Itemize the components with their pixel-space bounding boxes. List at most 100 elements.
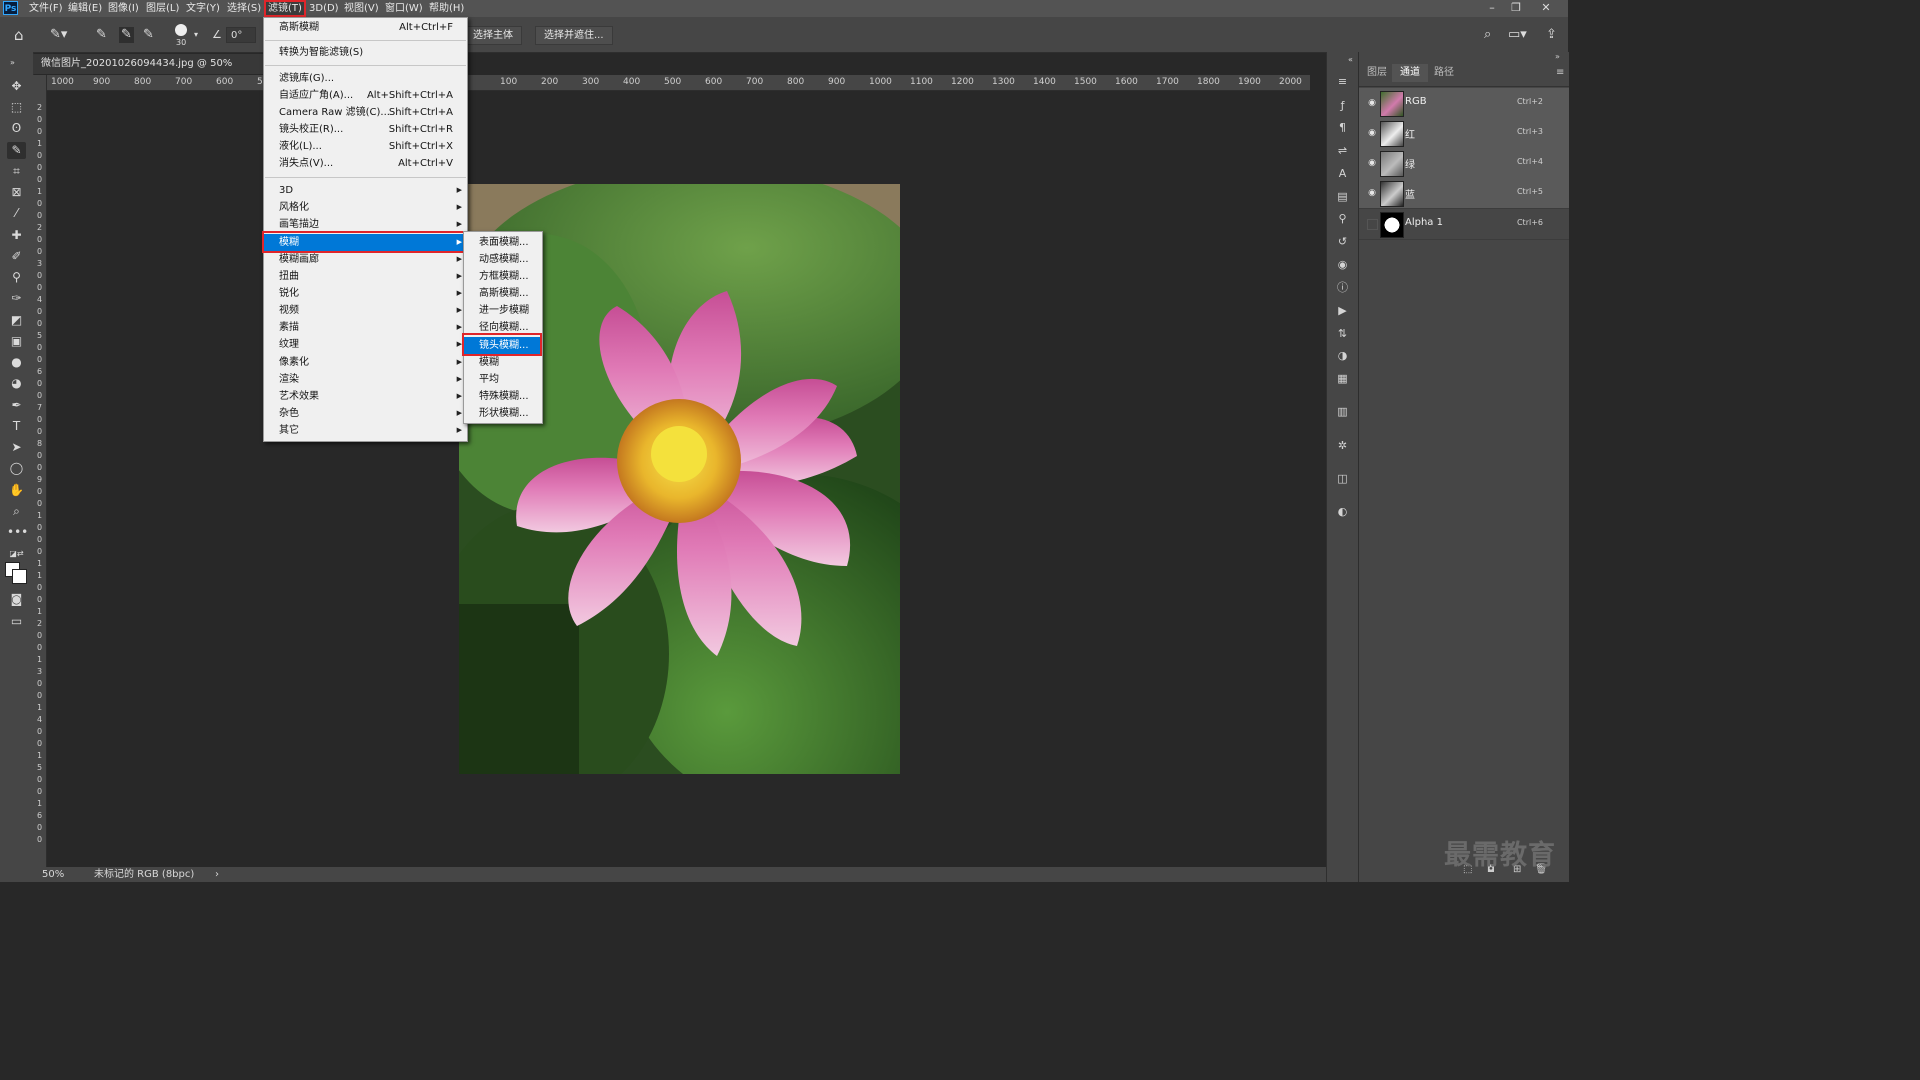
- menu-item-render[interactable]: 渲染 ▶: [264, 371, 467, 388]
- visibility-eye-icon[interactable]: ◉: [1366, 157, 1378, 169]
- menu-help[interactable]: 帮助(H): [427, 0, 466, 17]
- properties-icon[interactable]: ▤: [1335, 189, 1350, 204]
- tab-channels[interactable]: 通道: [1392, 64, 1428, 82]
- move-tool-icon[interactable]: ✥: [7, 78, 26, 95]
- quick-selection-tool-icon[interactable]: ✎: [7, 142, 26, 159]
- menu-item-motion-blur[interactable]: 动感模糊...: [464, 251, 542, 268]
- ellipse-tool-icon[interactable]: ◯: [7, 460, 26, 477]
- brush-tool-icon[interactable]: ✐: [7, 248, 26, 265]
- libraries-icon[interactable]: ◫: [1335, 471, 1350, 486]
- document-tab[interactable]: 微信图片_20201026094434.jpg @ 50%(RGB/8#): [33, 54, 263, 89]
- styles-icon[interactable]: ƒ: [1335, 98, 1350, 113]
- paragraph-icon[interactable]: ¶: [1335, 120, 1350, 135]
- hand-tool-icon[interactable]: ✋: [7, 482, 26, 499]
- menu-view[interactable]: 视图(V): [342, 0, 381, 17]
- channel-row-alpha[interactable]: Alpha 1 Ctrl+6: [1359, 209, 1569, 240]
- visibility-eye-icon[interactable]: ◉: [1366, 127, 1378, 139]
- close-icon[interactable]: ✕: [1536, 0, 1556, 17]
- menu-file[interactable]: 文件(F): [27, 0, 65, 17]
- channel-row-green[interactable]: ◉ 绿 Ctrl+4: [1359, 148, 1569, 179]
- select-subject-button[interactable]: 选择主体: [464, 26, 522, 45]
- brush-settings-icon[interactable]: ≡: [1335, 74, 1350, 89]
- menu-item-video[interactable]: 视频 ▶: [264, 302, 467, 319]
- color-icon[interactable]: ◑: [1335, 348, 1350, 363]
- adjustments-icon[interactable]: ⇌: [1335, 143, 1350, 158]
- menu-item-lens-correction[interactable]: 镜头校正(R)... Shift+Ctrl+R: [264, 121, 467, 138]
- menu-item-vanishing-point[interactable]: 消失点(V)... Alt+Ctrl+V: [264, 155, 467, 172]
- swatches-grid-icon[interactable]: ▦: [1335, 371, 1350, 386]
- menu-item-filter-gallery[interactable]: 滤镜库(G)...: [264, 70, 467, 87]
- menu-item-liquify[interactable]: 液化(L)... Shift+Ctrl+X: [264, 138, 467, 155]
- gradient-tool-icon[interactable]: ▣: [7, 333, 26, 350]
- history-icon[interactable]: ↺: [1335, 234, 1350, 249]
- subtract-from-selection-icon[interactable]: ✎: [143, 27, 154, 43]
- menu-item-shape-blur[interactable]: 形状模糊...: [464, 405, 542, 422]
- menu-item-adaptive-wide-angle[interactable]: 自适应广角(A)... Alt+Shift+Ctrl+A: [264, 87, 467, 104]
- add-to-selection-icon[interactable]: ✎: [119, 27, 134, 43]
- menu-item-gaussian-blur[interactable]: 高斯模糊...: [464, 285, 542, 302]
- collapse-panels-icon[interactable]: «: [1343, 52, 1358, 67]
- menu-item-texture[interactable]: 纹理 ▶: [264, 336, 467, 353]
- more-tools-icon[interactable]: •••: [7, 524, 28, 541]
- quick-mask-icon[interactable]: ◙: [7, 591, 26, 608]
- menu-item-convert-smart-filter[interactable]: 转换为智能滤镜(S): [264, 44, 467, 61]
- menu-layer[interactable]: 图层(L): [144, 0, 181, 17]
- search-icon[interactable]: ⌕: [1484, 27, 1491, 43]
- menu-item-blur-plain[interactable]: 模糊: [464, 354, 542, 371]
- background-color-swatch[interactable]: [12, 569, 27, 584]
- eyedropper-tool-icon[interactable]: ⁄: [7, 205, 26, 222]
- character-icon[interactable]: A: [1335, 166, 1350, 181]
- channel-row-blue[interactable]: ◉ 蓝 Ctrl+5: [1359, 178, 1569, 209]
- menu-3d[interactable]: 3D(D): [307, 0, 341, 17]
- history-brush-tool-icon[interactable]: ✑: [7, 290, 26, 307]
- chevron-right-icon[interactable]: ›: [215, 867, 219, 882]
- menu-item-stylize[interactable]: 风格化 ▶: [264, 199, 467, 216]
- share-icon[interactable]: ⇪: [1546, 27, 1557, 43]
- default-colors-icon[interactable]: ◪⇄: [7, 545, 26, 562]
- notes-icon[interactable]: ▥: [1335, 404, 1350, 419]
- collapse-toolbar-icon[interactable]: »: [3, 54, 22, 71]
- menu-item-gaussian-blur-last[interactable]: 高斯模糊 Alt+Ctrl+F: [264, 19, 467, 36]
- path-selection-tool-icon[interactable]: ➤: [7, 439, 26, 456]
- photoshop-logo-icon[interactable]: Ps: [3, 1, 18, 15]
- menu-item-surface-blur[interactable]: 表面模糊...: [464, 234, 542, 251]
- menu-filter[interactable]: 滤镜(T): [264, 0, 306, 17]
- adjustment-layer-icon[interactable]: ◐: [1335, 504, 1350, 519]
- channel-row-rgb[interactable]: ◉ RGB Ctrl+2: [1359, 88, 1569, 119]
- visibility-eye-icon[interactable]: ◉: [1366, 187, 1378, 199]
- eraser-tool-icon[interactable]: ◩: [7, 312, 26, 329]
- collapse-panel-icon[interactable]: »: [1555, 52, 1560, 61]
- lasso-tool-icon[interactable]: ʘ: [7, 120, 26, 137]
- menu-item-3d[interactable]: 3D ▶: [264, 182, 467, 199]
- workspace-icon[interactable]: ▭▾: [1508, 27, 1527, 43]
- dodge-tool-icon[interactable]: ◕: [7, 375, 26, 392]
- pen-tool-icon[interactable]: ✒: [7, 397, 26, 414]
- info-icon[interactable]: ⓘ: [1335, 280, 1350, 295]
- menu-item-pixelate[interactable]: 像素化 ▶: [264, 354, 467, 371]
- restore-icon[interactable]: ❐: [1506, 0, 1526, 17]
- menu-item-box-blur[interactable]: 方框模糊...: [464, 268, 542, 285]
- clone-source-icon[interactable]: ⚲: [1335, 211, 1350, 226]
- channel-row-red[interactable]: ◉ 红 Ctrl+3: [1359, 118, 1569, 149]
- new-selection-icon[interactable]: ✎: [96, 27, 107, 43]
- visibility-toggle-empty[interactable]: [1367, 219, 1378, 230]
- home-icon[interactable]: ⌂: [14, 27, 24, 43]
- tab-layers[interactable]: 图层: [1359, 64, 1395, 82]
- menu-item-smart-blur[interactable]: 特殊模糊...: [464, 388, 542, 405]
- blur-tool-icon[interactable]: ●: [7, 354, 26, 371]
- type-tool-icon[interactable]: T: [7, 418, 26, 435]
- zoom-level[interactable]: 50%: [42, 867, 64, 882]
- menu-item-average[interactable]: 平均: [464, 371, 542, 388]
- menu-item-sharpen[interactable]: 锐化 ▶: [264, 285, 467, 302]
- menu-window[interactable]: 窗口(W): [383, 0, 425, 17]
- menu-item-blur-more[interactable]: 进一步模糊: [464, 302, 542, 319]
- menu-item-distort[interactable]: 扭曲 ▶: [264, 268, 467, 285]
- minimize-icon[interactable]: –: [1482, 0, 1502, 17]
- panel-menu-icon[interactable]: ≡: [1556, 67, 1564, 78]
- crop-tool-icon[interactable]: ⌗: [7, 163, 26, 180]
- channels-icon[interactable]: ◉: [1335, 257, 1350, 272]
- menu-image[interactable]: 图像(I): [106, 0, 141, 17]
- menu-item-sketch[interactable]: 素描 ▶: [264, 319, 467, 336]
- layer-comps-icon[interactable]: ⇅: [1335, 326, 1350, 341]
- menu-type[interactable]: 文字(Y): [184, 0, 222, 17]
